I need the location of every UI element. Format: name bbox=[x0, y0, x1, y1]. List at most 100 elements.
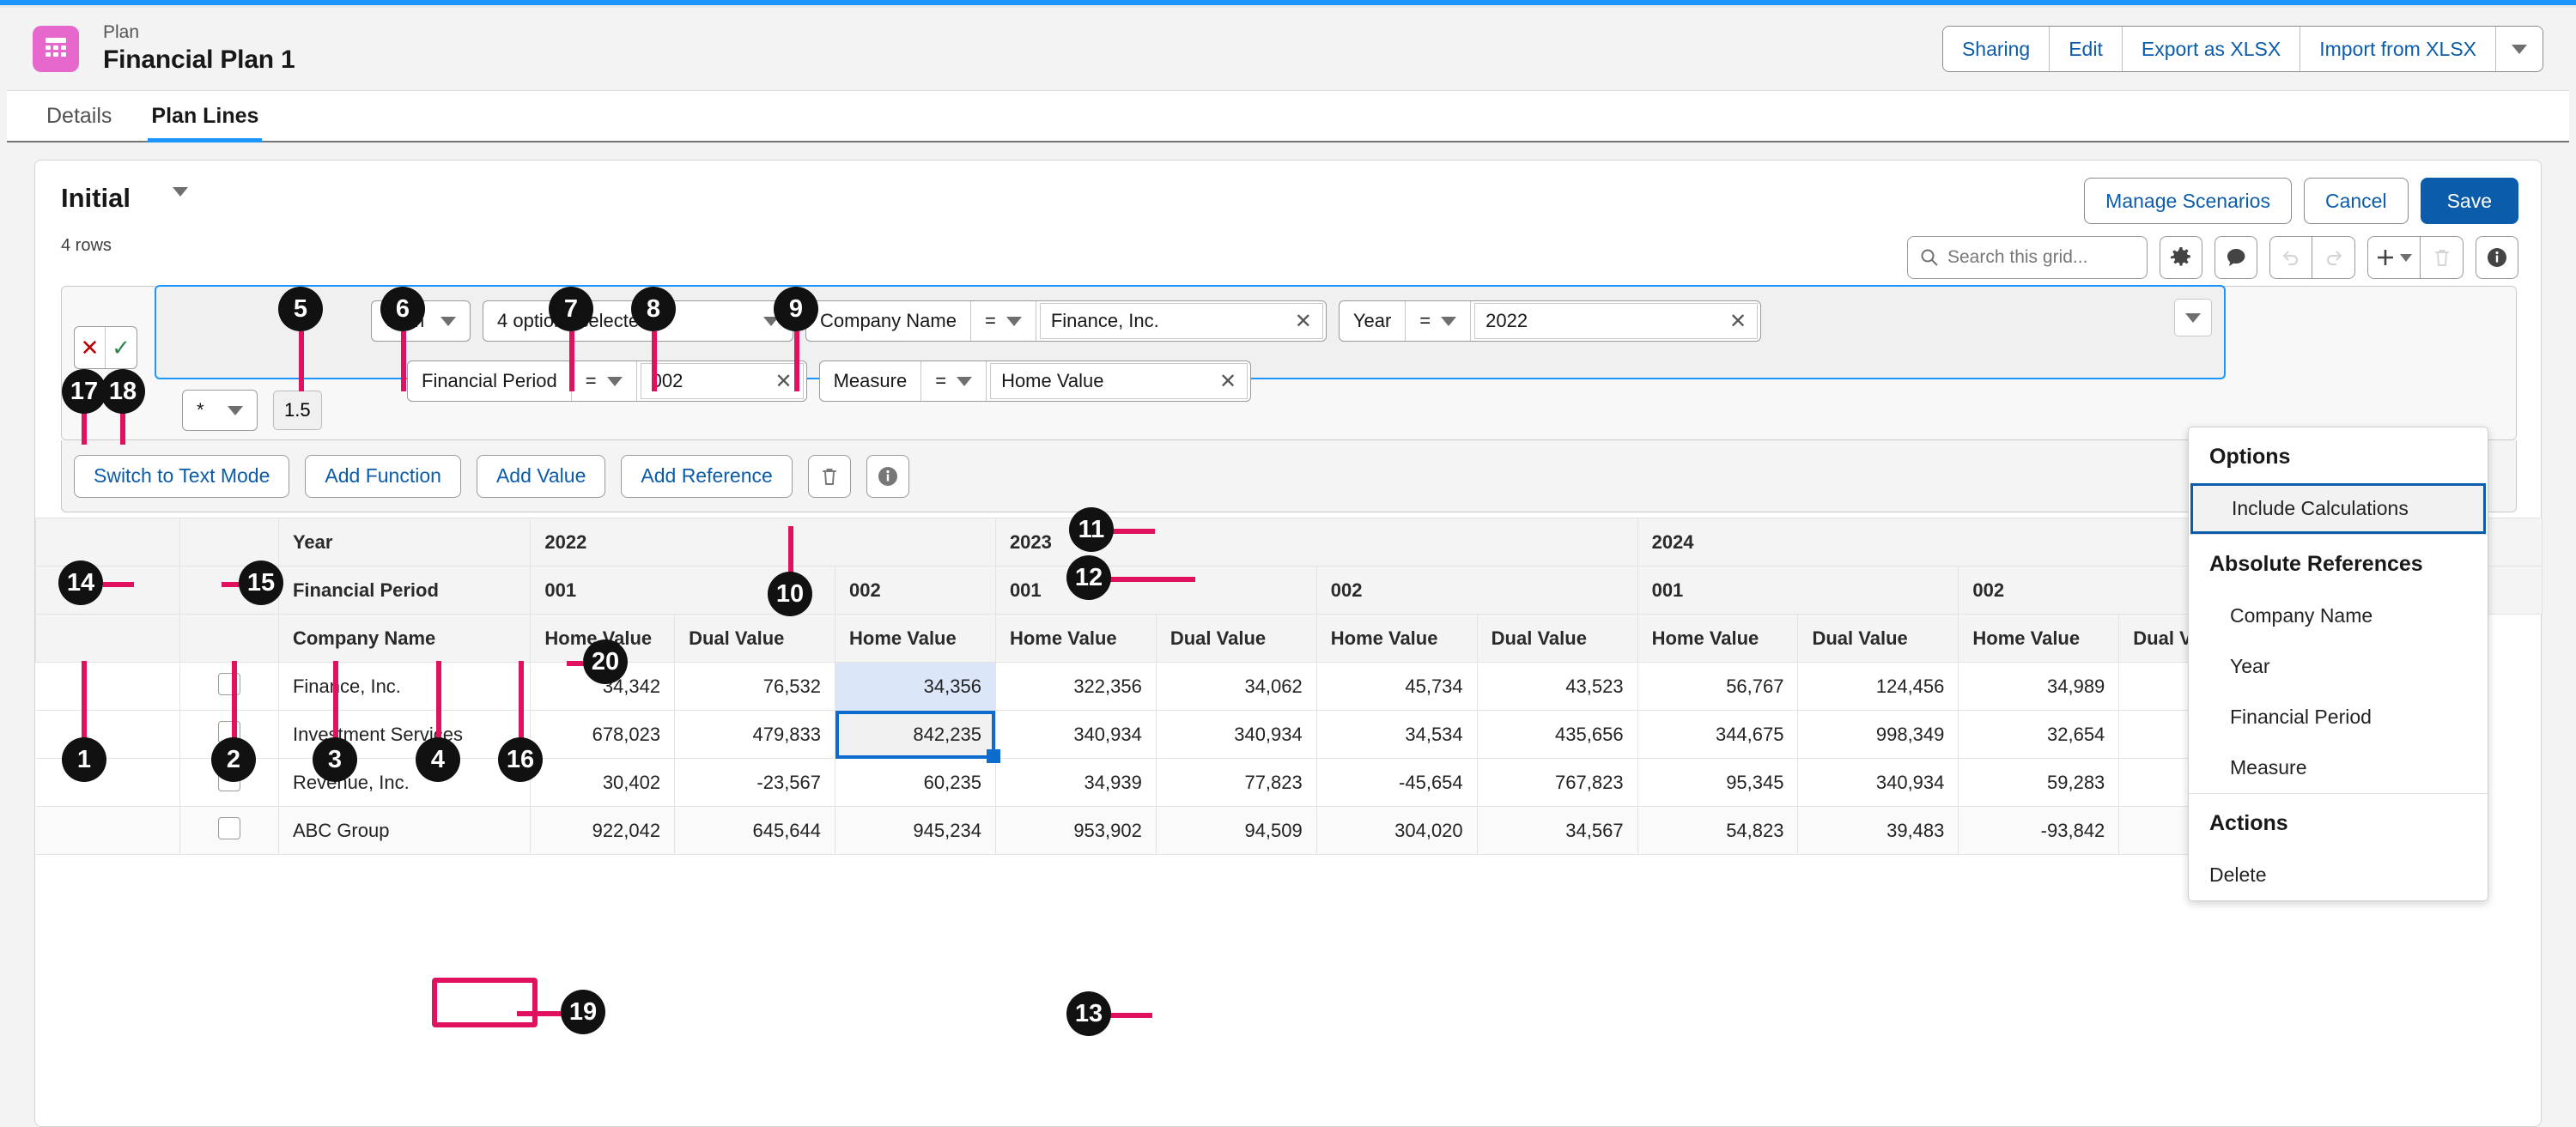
formula-info-button[interactable] bbox=[866, 454, 909, 498]
constant-value-chip[interactable]: 1.5 bbox=[273, 391, 322, 430]
cell-value[interactable]: 922,042 bbox=[530, 806, 676, 855]
export-xlsx-button[interactable]: Export as XLSX bbox=[2122, 27, 2301, 71]
menu-item-include-calculations[interactable]: Include Calculations bbox=[2190, 483, 2486, 534]
x-icon[interactable]: ✕ bbox=[1729, 309, 1747, 334]
sharing-button[interactable]: Sharing bbox=[1942, 27, 2050, 71]
formula-confirm-icon[interactable]: ✓ bbox=[106, 327, 137, 368]
manage-scenarios-button[interactable]: Manage Scenarios bbox=[2084, 178, 2292, 224]
import-xlsx-button[interactable]: Import from XLSX bbox=[2300, 27, 2496, 71]
add-value-button[interactable]: Add Value bbox=[476, 454, 606, 498]
cell-value[interactable]: 34,567 bbox=[1476, 806, 1638, 855]
edit-button[interactable]: Edit bbox=[2050, 27, 2123, 71]
cell-value[interactable]: 32,654 bbox=[1958, 710, 2120, 759]
cell-value[interactable]: 34,062 bbox=[1155, 662, 1317, 711]
filter-operator-select[interactable]: = bbox=[920, 361, 986, 401]
operator-select[interactable]: * bbox=[182, 390, 258, 431]
row-checkbox[interactable] bbox=[179, 662, 279, 711]
gear-icon[interactable] bbox=[2160, 236, 2202, 279]
filter-financial-period[interactable]: Financial Period = 002 ✕ bbox=[407, 361, 807, 402]
cell-value[interactable]: 678,023 bbox=[530, 710, 676, 759]
cell-value[interactable]: 95,345 bbox=[1637, 758, 1799, 807]
cell-value[interactable]: 945,234 bbox=[835, 806, 996, 855]
cell-value[interactable]: 56,767 bbox=[1637, 662, 1799, 711]
filter-operator-select[interactable]: = bbox=[1405, 301, 1470, 341]
scenario-name[interactable]: Initial bbox=[61, 183, 131, 214]
cell-value[interactable]: 998,349 bbox=[1797, 710, 1959, 759]
cell-value[interactable]: 34,939 bbox=[994, 758, 1157, 807]
filter-value-input[interactable]: Finance, Inc. ✕ bbox=[1039, 303, 1323, 339]
cell-value[interactable]: 340,934 bbox=[1797, 758, 1959, 807]
info-icon[interactable] bbox=[2476, 236, 2518, 279]
cell-value[interactable]: 34,989 bbox=[1958, 662, 2120, 711]
callout-4: 4 bbox=[416, 737, 460, 782]
filter-measure[interactable]: Measure = Home Value ✕ bbox=[818, 361, 1252, 402]
cell-value[interactable]: 39,483 bbox=[1797, 806, 1959, 855]
cell-value[interactable]: 344,675 bbox=[1637, 710, 1799, 759]
header-overflow-button[interactable] bbox=[2496, 27, 2543, 71]
table-row[interactable]: Revenue, Inc. 30,402 -23,567 60,235 34,9… bbox=[35, 758, 2543, 807]
formula-overflow-button[interactable] bbox=[2174, 299, 2212, 336]
undo-icon[interactable] bbox=[2269, 236, 2312, 279]
save-button[interactable]: Save bbox=[2420, 178, 2518, 224]
cell-value[interactable]: 30,402 bbox=[530, 758, 676, 807]
filter-value-input[interactable]: Home Value ✕ bbox=[990, 363, 1249, 399]
cell-value[interactable]: 435,656 bbox=[1476, 710, 1638, 759]
cell-value[interactable]: 34,356 bbox=[835, 662, 996, 711]
table-row[interactable]: Investment Services 678,023 479,833 842,… bbox=[35, 710, 2543, 764]
cell-value[interactable]: 59,283 bbox=[1958, 758, 2120, 807]
x-icon[interactable]: ✕ bbox=[1295, 309, 1312, 334]
switch-to-text-mode-button[interactable]: Switch to Text Mode bbox=[74, 454, 290, 498]
trash-icon[interactable] bbox=[2421, 236, 2464, 279]
table-row[interactable]: Finance, Inc. 34,342 76,532 34,356 322,3… bbox=[35, 662, 2543, 711]
cell-value-selected[interactable]: 842,235 bbox=[835, 710, 1001, 764]
cell-value[interactable]: -93,842 bbox=[1958, 806, 2120, 855]
cell-value[interactable]: 77,823 bbox=[1155, 758, 1317, 807]
menu-item-measure[interactable]: Measure bbox=[2189, 742, 2488, 793]
cell-value[interactable]: -45,654 bbox=[1315, 758, 1478, 807]
menu-item-year[interactable]: Year bbox=[2189, 641, 2488, 692]
add-reference-button[interactable]: Add Reference bbox=[621, 454, 793, 498]
tab-details[interactable]: Details bbox=[46, 104, 112, 141]
filter-operator-select[interactable]: = bbox=[969, 301, 1036, 341]
cell-value[interactable]: 322,356 bbox=[994, 662, 1157, 711]
x-icon[interactable]: ✕ bbox=[1219, 369, 1236, 394]
filter-value-input[interactable]: 002 ✕ bbox=[640, 363, 804, 399]
tab-plan-lines[interactable]: Plan Lines bbox=[148, 104, 263, 142]
cell-value[interactable]: 34,534 bbox=[1315, 710, 1478, 759]
chatter-icon[interactable] bbox=[2215, 236, 2257, 279]
scenario-caret-icon[interactable] bbox=[173, 187, 188, 212]
cell-value[interactable]: 304,020 bbox=[1315, 806, 1478, 855]
add-icon[interactable] bbox=[2367, 236, 2421, 279]
cell-value[interactable]: 479,833 bbox=[674, 710, 836, 759]
cell-value[interactable]: 645,644 bbox=[674, 806, 836, 855]
x-icon[interactable]: ✕ bbox=[775, 369, 793, 394]
filter-company-name[interactable]: Company Name = Finance, Inc. ✕ bbox=[805, 300, 1327, 342]
col-measure: Dual Value bbox=[1476, 614, 1638, 663]
add-function-button[interactable]: Add Function bbox=[305, 454, 461, 498]
cell-value[interactable]: -23,567 bbox=[674, 758, 836, 807]
cell-value[interactable]: 60,235 bbox=[835, 758, 996, 807]
cell-value[interactable]: 340,934 bbox=[994, 710, 1157, 759]
cell-value[interactable]: 94,509 bbox=[1155, 806, 1317, 855]
filter-year[interactable]: Year = 2022 ✕ bbox=[1338, 300, 1762, 342]
cell-value[interactable]: 953,902 bbox=[994, 806, 1157, 855]
formula-delete-button[interactable] bbox=[807, 454, 851, 498]
cell-value[interactable]: 76,532 bbox=[674, 662, 836, 711]
filter-operator-select[interactable]: = bbox=[570, 361, 636, 401]
cancel-button[interactable]: Cancel bbox=[2303, 178, 2409, 224]
menu-item-company-name[interactable]: Company Name bbox=[2189, 591, 2488, 641]
cell-value[interactable]: 43,523 bbox=[1476, 662, 1638, 711]
table-row[interactable]: ABC Group 922,042 645,644 945,234 953,90… bbox=[35, 806, 2543, 855]
cell-value[interactable]: 124,456 bbox=[1797, 662, 1959, 711]
cell-value[interactable]: 767,823 bbox=[1476, 758, 1638, 807]
cell-value[interactable]: 340,934 bbox=[1155, 710, 1317, 759]
filter-value-input[interactable]: 2022 ✕ bbox=[1474, 303, 1759, 339]
redo-icon[interactable] bbox=[2312, 236, 2355, 279]
search-input[interactable]: Search this grid... bbox=[1907, 236, 2148, 279]
cell-value[interactable]: 54,823 bbox=[1637, 806, 1799, 855]
formula-cancel-icon[interactable]: ✕ bbox=[75, 327, 106, 368]
menu-item-delete[interactable]: Delete bbox=[2189, 850, 2488, 900]
cell-value[interactable]: 45,734 bbox=[1315, 662, 1478, 711]
row-checkbox[interactable] bbox=[179, 806, 279, 855]
menu-item-financial-period[interactable]: Financial Period bbox=[2189, 692, 2488, 742]
